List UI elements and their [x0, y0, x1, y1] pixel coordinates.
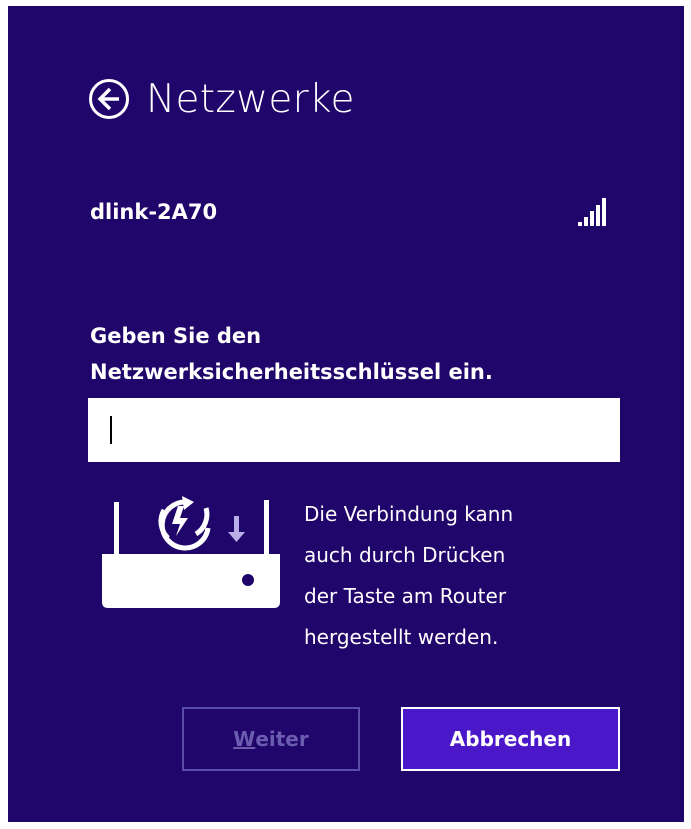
back-arrow-icon[interactable] — [88, 78, 130, 120]
next-button-mnemonic: W — [233, 727, 256, 751]
text-cursor — [110, 416, 112, 444]
network-name: dlink-2A70 — [90, 200, 218, 224]
wps-line: Die Verbindung kann — [304, 502, 514, 526]
router-wps-icon — [102, 496, 280, 608]
security-key-input[interactable] — [88, 398, 620, 462]
wps-line: auch durch Drücken — [304, 543, 506, 567]
prompt-line: Geben Sie den — [90, 324, 262, 348]
header: Netzwerke — [88, 78, 355, 120]
security-key-prompt: Geben Sie den Netzwerksicherheitsschlüss… — [90, 318, 630, 390]
cancel-button[interactable]: Abbrechen — [401, 707, 620, 771]
cancel-button-label: Abbrechen — [449, 727, 572, 751]
wps-line: der Taste am Router — [304, 584, 507, 608]
wps-line: hergestellt werden. — [304, 625, 499, 649]
wifi-signal-full-icon — [578, 198, 606, 226]
network-flyout-panel: Netzwerke dlink-2A70 Geben Sie den Netzw… — [8, 6, 684, 822]
next-button[interactable]: Weiter — [182, 707, 360, 771]
prompt-line: Netzwerksicherheitsschlüssel ein. — [90, 360, 493, 384]
page-title: Netzwerke — [146, 76, 355, 122]
wps-description: Die Verbindung kann auch durch Drücken d… — [304, 494, 634, 658]
next-button-label: eiter — [255, 727, 309, 751]
